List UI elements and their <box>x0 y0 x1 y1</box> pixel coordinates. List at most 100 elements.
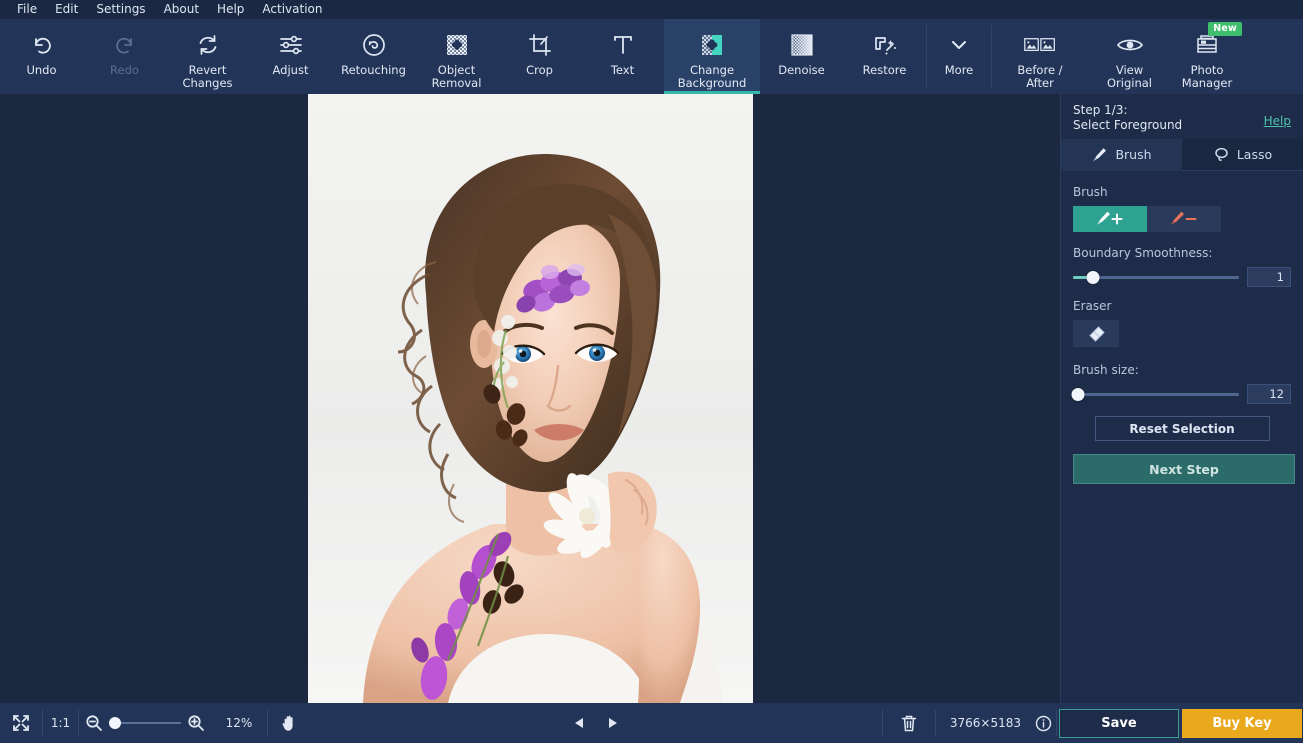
denoise-icon <box>785 28 819 62</box>
redo-icon <box>108 28 142 62</box>
tab-brush-label: Brush <box>1115 147 1152 162</box>
buy-key-button[interactable]: Buy Key <box>1182 708 1303 738</box>
tool-redo-label: Redo <box>110 63 139 77</box>
tool-text-label: Text <box>610 63 635 77</box>
prev-arrow-icon <box>573 716 587 730</box>
tool-change-background-label-2: Background <box>677 75 747 90</box>
new-badge: New <box>1208 22 1242 36</box>
tool-object-removal[interactable]: Object Removal <box>415 19 498 94</box>
hand-icon <box>279 713 299 733</box>
tool-adjust[interactable]: Adjust <box>249 19 332 94</box>
image-canvas[interactable] <box>0 94 1060 703</box>
tool-view-original[interactable]: View Original <box>1088 19 1171 94</box>
menu-item-edit[interactable]: Edit <box>46 0 87 19</box>
boundary-smoothness-row: 1 <box>1073 267 1291 287</box>
zoom-in-icon <box>187 714 205 732</box>
tool-text[interactable]: Text <box>581 19 664 94</box>
tab-lasso[interactable]: Lasso <box>1182 139 1303 170</box>
brush-minus-icon <box>1169 210 1199 228</box>
save-button[interactable]: Save <box>1059 708 1180 738</box>
crop-icon <box>523 28 557 62</box>
tool-restore-label: Restore <box>862 63 907 77</box>
next-step-button[interactable]: Next Step <box>1073 454 1295 484</box>
restore-icon <box>868 28 902 62</box>
buy-key-button-wrap: Buy Key <box>1181 703 1303 743</box>
tab-brush[interactable]: Brush <box>1061 139 1182 171</box>
actual-size-button[interactable]: 1:1 <box>43 703 78 743</box>
help-link[interactable]: Help <box>1264 114 1291 128</box>
eraser-icon <box>1085 324 1107 344</box>
panel-tabs: Brush Lasso <box>1061 139 1303 171</box>
photo-container[interactable] <box>308 94 753 703</box>
photo-image <box>308 94 753 703</box>
tool-revert-changes[interactable]: Revert Changes <box>166 19 249 94</box>
status-bar: 1:1 12% 3766×5183 Save Buy Key <box>0 703 1303 743</box>
slider-track <box>1073 393 1239 396</box>
next-image-button[interactable] <box>596 716 628 730</box>
tool-before-after[interactable]: Before / After <box>992 19 1088 94</box>
reset-selection-button[interactable]: Reset Selection <box>1094 416 1270 441</box>
zoom-out-icon <box>85 714 103 732</box>
slider-thumb[interactable] <box>1086 271 1100 284</box>
eye-icon <box>1113 28 1147 62</box>
eraser-button[interactable] <box>1073 320 1119 347</box>
menu-item-activation[interactable]: Activation <box>253 0 331 19</box>
text-icon <box>606 28 640 62</box>
chevron-down-icon <box>942 28 976 62</box>
object-removal-icon <box>440 28 474 62</box>
boundary-smoothness-label: Boundary Smoothness: <box>1073 246 1213 260</box>
menu-item-about[interactable]: About <box>155 0 208 19</box>
before-after-icon <box>1023 28 1057 62</box>
pan-tool-button[interactable] <box>268 703 310 743</box>
zoom-out-button[interactable] <box>79 703 109 743</box>
menu-item-help[interactable]: Help <box>208 0 253 19</box>
zoom-in-button[interactable] <box>181 703 211 743</box>
image-dimensions-label: 3766×5183 <box>949 716 1022 730</box>
image-info-button[interactable] <box>1030 703 1056 743</box>
previous-image-button[interactable] <box>564 716 596 730</box>
tool-photo-manager[interactable]: New Photo Manager <box>1171 19 1243 94</box>
menu-item-settings[interactable]: Settings <box>87 0 154 19</box>
tool-redo[interactable]: Redo <box>83 19 166 94</box>
menu-item-file[interactable]: File <box>8 0 46 19</box>
tool-revert-label-2: Changes <box>182 75 233 90</box>
tool-denoise-label: Denoise <box>778 63 825 77</box>
boundary-smoothness-slider[interactable] <box>1073 270 1239 284</box>
zoom-slider-thumb[interactable] <box>108 717 121 729</box>
step-line-1: Step 1/3: <box>1073 103 1128 117</box>
application-window: File Edit Settings About Help Activation… <box>0 0 1303 743</box>
tool-crop[interactable]: Crop <box>498 19 581 94</box>
delete-image-button[interactable] <box>883 703 935 743</box>
step-indicator: Step 1/3: Select Foreground <box>1073 103 1182 132</box>
tab-lasso-label: Lasso <box>1236 147 1273 162</box>
info-icon <box>1035 715 1052 732</box>
brush-size-slider[interactable] <box>1071 387 1239 401</box>
revert-icon <box>191 28 225 62</box>
tool-retouching[interactable]: Retouching <box>332 19 415 94</box>
boundary-smoothness-value[interactable]: 1 <box>1247 267 1291 287</box>
tool-before-after-label-2: After <box>1026 75 1054 90</box>
tool-change-background[interactable]: Change Background <box>664 19 760 94</box>
zoom-slider[interactable] <box>108 716 181 730</box>
brush-mode-group <box>1073 206 1291 232</box>
tool-view-original-label-2: Original <box>1106 75 1152 90</box>
save-button-wrap: Save <box>1057 703 1181 743</box>
zoom-level-label: 12% <box>225 716 253 730</box>
tool-denoise[interactable]: Denoise <box>760 19 843 94</box>
brush-size-row: 12 <box>1071 384 1291 404</box>
tool-photo-manager-label-2: Manager <box>1181 75 1233 90</box>
brush-add-button[interactable] <box>1073 206 1147 232</box>
brush-icon <box>1091 146 1108 163</box>
fit-screen-icon <box>11 713 31 733</box>
tool-more-label: More <box>944 63 974 77</box>
tool-undo-label: Undo <box>26 63 57 77</box>
brush-subtract-button[interactable] <box>1147 206 1221 232</box>
tool-undo[interactable]: Undo <box>0 19 83 94</box>
fit-to-screen-button[interactable] <box>0 703 42 743</box>
lasso-icon <box>1213 146 1230 163</box>
tool-more[interactable]: More <box>927 19 991 94</box>
tool-restore[interactable]: Restore <box>843 19 926 94</box>
tool-object-removal-label-2: Removal <box>431 75 482 90</box>
slider-thumb[interactable] <box>1071 388 1085 401</box>
brush-size-value[interactable]: 12 <box>1247 384 1291 404</box>
